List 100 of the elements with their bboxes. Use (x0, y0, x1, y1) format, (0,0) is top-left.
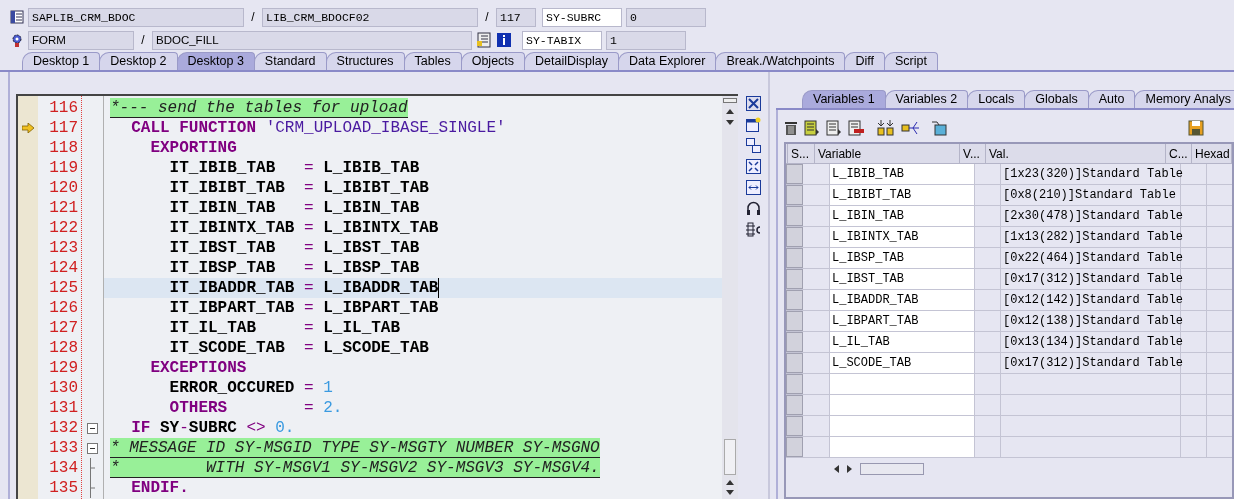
scroll-down-arrow-icon[interactable] (726, 120, 734, 125)
column-header[interactable]: C... (1166, 144, 1192, 163)
program-field[interactable]: SAPLIB_CRM_BDOC (28, 7, 244, 27)
tab[interactable]: Tables (403, 52, 462, 70)
code-line: ERROR_OCCURED = 1 (168, 378, 333, 398)
list-icon[interactable] (826, 120, 842, 136)
tab[interactable]: Objects (460, 52, 526, 70)
table-cell: L_IBSP_TAB (830, 248, 975, 268)
resize-horizontal-icon[interactable] (745, 180, 761, 195)
scroll-left-arrow-icon[interactable] (834, 465, 839, 473)
watch-value-field[interactable]: 0 (626, 7, 706, 27)
folder-icon[interactable] (931, 120, 947, 136)
maximize-icon[interactable] (745, 159, 761, 174)
gear-icon (10, 33, 24, 47)
tab[interactable]: Globals (1024, 90, 1089, 108)
separator-slash: / (250, 9, 256, 26)
code-line: IT_IBIB_TAB = L_IBIB_TAB (168, 158, 420, 178)
line-number: 123 (48, 238, 78, 258)
tab[interactable]: Variables 2 (884, 90, 969, 108)
event-type-field[interactable]: FORM (28, 30, 134, 50)
code-line: IT_IBST_TAB = L_IBST_TAB (168, 238, 420, 258)
tab[interactable]: Variables 1 (802, 90, 886, 108)
line-number: 125 (48, 278, 78, 298)
table-cell: [1x23(320)]Standard Table (1001, 164, 1181, 184)
table-cell: L_IBINTX_TAB (830, 227, 975, 247)
tab[interactable]: Auto (1087, 90, 1136, 108)
table-cell: L_IBADDR_TAB (830, 290, 975, 310)
tab[interactable]: Diff (844, 52, 885, 70)
line-number: 116 (48, 98, 78, 118)
tab[interactable]: Memory Analys (1134, 90, 1234, 108)
tab[interactable]: Desktop 1 (22, 52, 101, 70)
table-cell: L_IBIN_TAB (830, 206, 975, 226)
headset-icon[interactable] (745, 201, 761, 216)
tab[interactable]: DetailDisplay (524, 52, 620, 70)
scroll-up-arrow-icon[interactable] (726, 480, 734, 485)
tab[interactable]: Locals (967, 90, 1026, 108)
new-window-icon[interactable] (745, 117, 761, 132)
tab[interactable]: Structures (325, 52, 405, 70)
separator-slash: / (484, 9, 490, 26)
code-line: IT_IBIN_TAB = L_IBIN_TAB (168, 198, 420, 218)
scroll-top-button[interactable] (723, 98, 737, 103)
collapse-icon[interactable] (87, 422, 98, 434)
line-number: 124 (48, 258, 78, 278)
swap-windows-icon[interactable] (745, 138, 761, 153)
table-cell: [0x13(134)]Standard Table (1001, 332, 1181, 352)
collapse-icon[interactable] (87, 442, 98, 454)
line-number: 129 (48, 358, 78, 378)
line-number: 126 (48, 298, 78, 318)
line-number: 122 (48, 218, 78, 238)
column-header[interactable]: Hexad (1192, 144, 1232, 163)
event-field[interactable]: BDOC_FILL (152, 30, 472, 50)
code-comment: *--- send the tables for upload (110, 98, 408, 118)
table-cell: [2x30(478)]Standard Table (1001, 206, 1181, 226)
column-header[interactable]: Val. (986, 144, 1166, 163)
code-line: IT_IL_TAB = L_IL_TAB (168, 318, 401, 338)
info-icon[interactable] (496, 32, 512, 48)
tab[interactable]: Break./Watchpoints (715, 52, 846, 70)
watch-value-field[interactable]: 1 (606, 30, 686, 50)
line-number: 133 (48, 438, 78, 458)
tab[interactable]: Standard (253, 52, 327, 70)
code-line: IT_IBSP_TAB = L_IBSP_TAB (168, 258, 420, 278)
include-field[interactable]: LIB_CRM_BDOCF02 (262, 7, 478, 27)
column-header[interactable]: V... (960, 144, 986, 163)
tab[interactable]: Script (883, 52, 938, 70)
table-cell: [1x13(282)]Standard Table (1001, 227, 1181, 247)
code-line: EXCEPTIONS (149, 358, 247, 378)
trash-icon[interactable] (784, 120, 798, 136)
scroll-up-arrow-icon[interactable] (726, 109, 734, 114)
save-icon[interactable] (1188, 120, 1204, 136)
code-comment: * MESSAGE ID SY-MSGID TYPE SY-MSGTY NUMBER SY-MSGNO (110, 438, 600, 458)
code-line: CALL FUNCTION 'CRM_UPLOAD_IBASE_SINGLE' (130, 118, 506, 138)
column-header[interactable]: S... (788, 144, 815, 163)
list-icon[interactable] (804, 120, 820, 136)
sort-down-icon[interactable] (877, 120, 895, 136)
line-number: 127 (48, 318, 78, 338)
network-icon[interactable] (901, 120, 921, 136)
close-icon[interactable] (745, 96, 761, 111)
line-number: 131 (48, 398, 78, 418)
line-number: 118 (48, 138, 78, 158)
scroll-right-arrow-icon[interactable] (847, 465, 852, 473)
watch-name-field[interactable]: SY-SUBRC (542, 7, 622, 27)
code-line: IT_IBADDR_TAB = L_IBADDR_TAB (112, 278, 440, 298)
scrollbar-thumb[interactable] (860, 463, 924, 475)
code-line: IT_IBINTX_TAB = L_IBINTX_TAB (168, 218, 439, 238)
tab[interactable]: Desktop 3 (176, 52, 255, 70)
program-icon (10, 10, 24, 24)
column-header[interactable]: Variable (815, 144, 960, 163)
table-cell: [0x12(138)]Standard Table (1001, 311, 1181, 331)
line-number: 135 (48, 478, 78, 498)
watch-name-field[interactable]: SY-TABIX (522, 30, 602, 50)
scroll-down-arrow-icon[interactable] (726, 490, 734, 495)
code-line: IT_SCODE_TAB = L_SCODE_TAB (168, 338, 429, 358)
table-cell: L_SCODE_TAB (830, 353, 975, 373)
table-cell: L_IBPART_TAB (830, 311, 975, 331)
tab[interactable]: Desktop 2 (99, 52, 178, 70)
table-cell: [0x22(464)]Standard Table (1001, 248, 1181, 268)
list-delete-icon[interactable] (848, 120, 865, 136)
line-field[interactable]: 117 (496, 7, 536, 27)
scrollbar-thumb[interactable] (724, 439, 736, 475)
tab[interactable]: Data Explorer (618, 52, 717, 70)
